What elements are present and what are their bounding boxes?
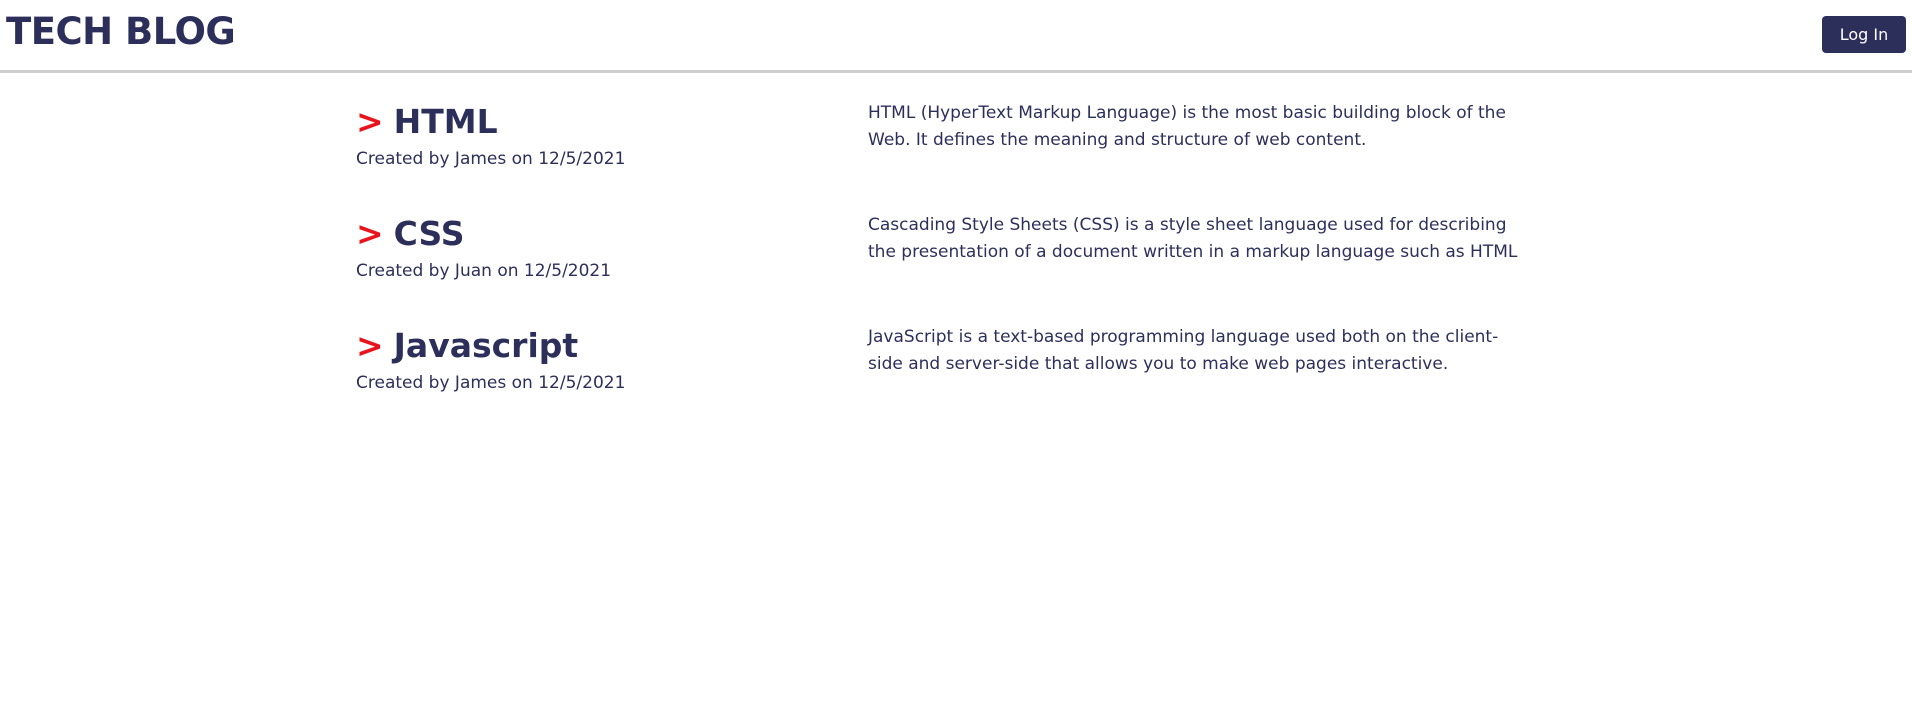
post-title-row[interactable]: > CSS: [356, 212, 856, 256]
post-item: > CSS Created by Juan on 12/5/2021 Cascad…: [356, 212, 1556, 324]
post-meta: Created by James on 12/5/2021: [356, 149, 626, 169]
post-description: JavaScript is a text-based programming l…: [868, 327, 1499, 374]
post-title[interactable]: CSS: [394, 214, 465, 253]
site-brand[interactable]: TECH BLOG: [6, 8, 236, 56]
post-title-row[interactable]: > Javascript: [356, 324, 856, 368]
chevron-right-icon: >: [356, 326, 384, 365]
post-heading: > HTML Created by James on 12/5/2021: [356, 100, 856, 171]
post-description: Cascading Style Sheets (CSS) is a style …: [868, 215, 1518, 262]
chevron-right-icon: >: [356, 102, 384, 141]
post-title[interactable]: HTML: [394, 102, 498, 141]
chevron-right-icon: >: [356, 214, 384, 253]
post-meta: Created by James on 12/5/2021: [356, 373, 626, 393]
post-title[interactable]: Javascript: [394, 326, 579, 365]
login-button[interactable]: Log In: [1822, 16, 1906, 53]
post-heading: > CSS Created by Juan on 12/5/2021: [356, 212, 856, 283]
site-header: TECH BLOG Log In: [0, 0, 1912, 73]
post-list: > HTML Created by James on 12/5/2021 HTML…: [356, 100, 1556, 436]
post-heading: > Javascript Created by James on 12/5/202…: [356, 324, 856, 395]
post-title-row[interactable]: > HTML: [356, 100, 856, 144]
post-meta: Created by Juan on 12/5/2021: [356, 261, 612, 281]
post-description: HTML (HyperText Markup Language) is the …: [868, 103, 1506, 150]
post-item: > Javascript Created by James on 12/5/202…: [356, 324, 1556, 436]
post-item: > HTML Created by James on 12/5/2021 HTML…: [356, 100, 1556, 212]
